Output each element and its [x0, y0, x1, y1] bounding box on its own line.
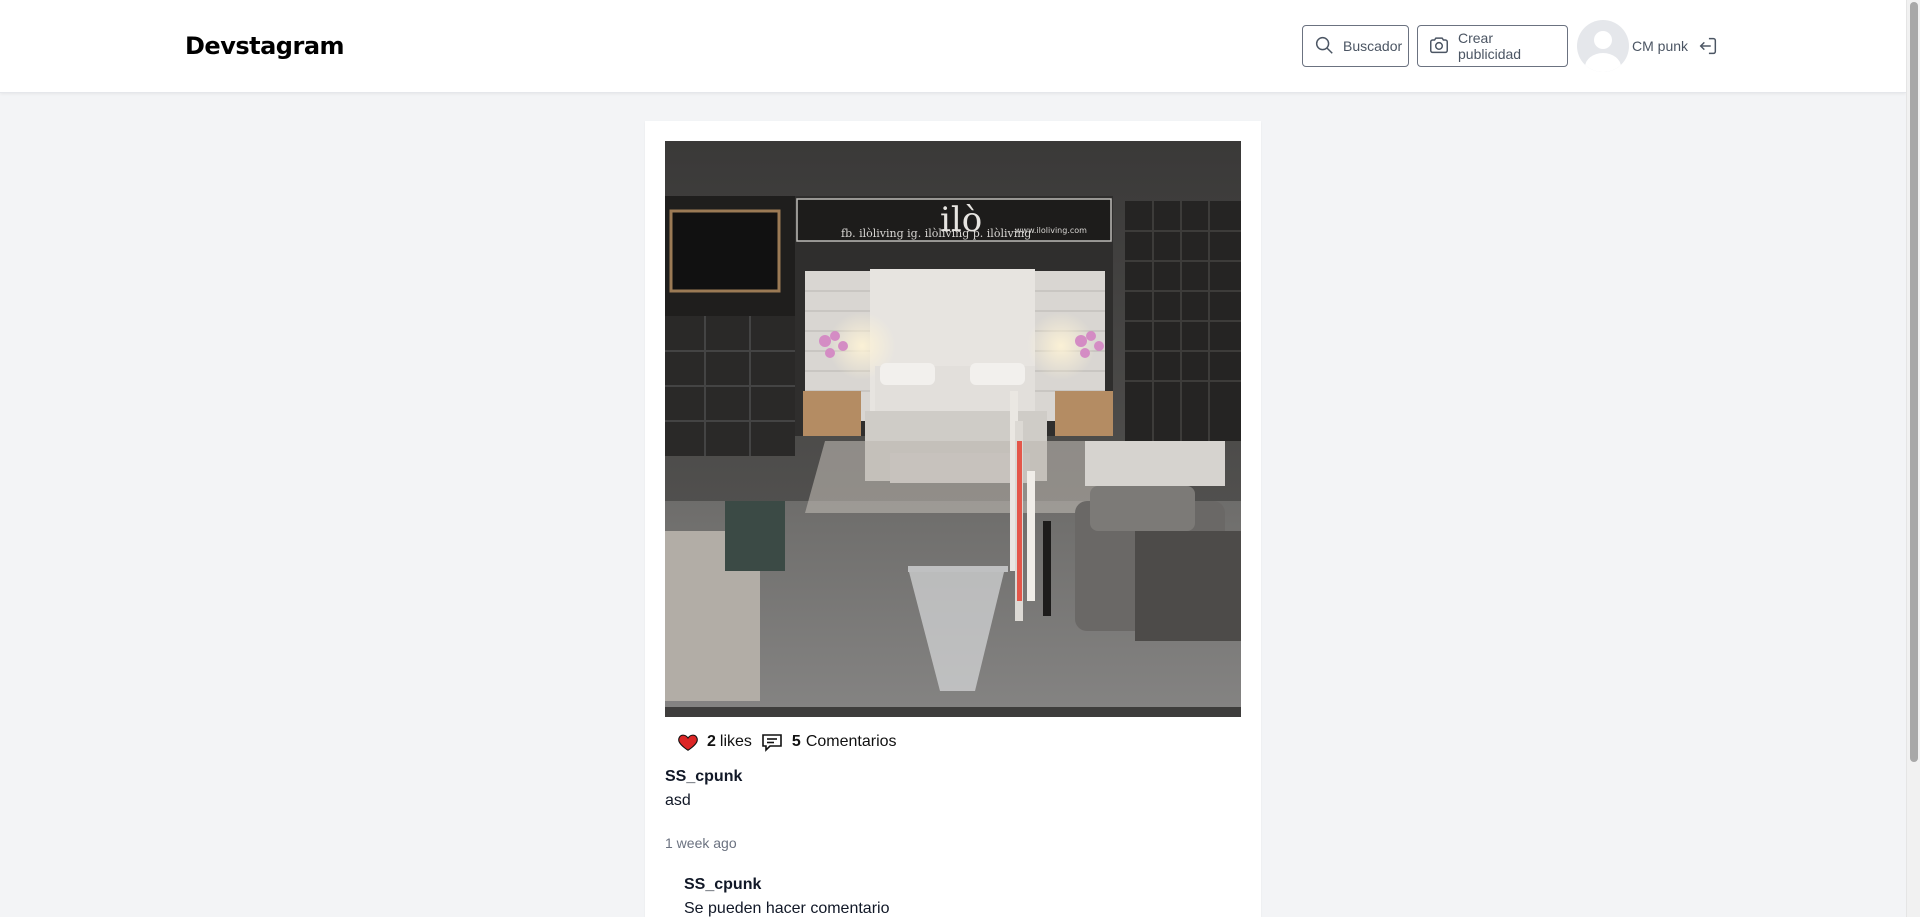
- comments-count: 5: [791, 733, 801, 750]
- search-icon: [1313, 34, 1335, 59]
- likes-count: 2: [707, 733, 716, 750]
- comment-text: Se pueden hacer comentario: [684, 900, 890, 917]
- post-timestamp: 1 week ago: [665, 835, 737, 851]
- post-actions: 2 likes 5 Comentarios: [677, 730, 897, 754]
- heart-icon[interactable]: [677, 731, 699, 753]
- create-post-button[interactable]: Crear publicidad: [1417, 25, 1568, 67]
- search-button[interactable]: Buscador: [1302, 25, 1409, 67]
- post-image: fb. ilòliving ig. ilòliving p. ilòliving…: [665, 141, 1241, 717]
- likes-label: likes: [719, 733, 752, 750]
- camera-icon: [1428, 34, 1450, 59]
- logout-icon: [1697, 37, 1719, 61]
- svg-text:fb. ilòliving ig. ilòliving: fb. ilòliving ig. ilòliving p. ilòliving: [841, 227, 1031, 240]
- create-post-label: Crear publicidad: [1458, 30, 1522, 62]
- brand-logo-text: ilò: [940, 200, 982, 240]
- search-button-label: Buscador: [1343, 38, 1403, 54]
- app-logo[interactable]: Devstagram: [185, 32, 345, 60]
- post-author[interactable]: SS_cpunk: [665, 768, 742, 786]
- username-link[interactable]: CM punk: [1632, 38, 1688, 54]
- scrollbar-thumb[interactable]: [1910, 2, 1918, 762]
- top-navbar: Devstagram Buscador Crear publicidad CM …: [0, 0, 1906, 93]
- comment-icon[interactable]: [760, 730, 784, 754]
- avatar[interactable]: [1577, 20, 1629, 72]
- post-image-illustration: fb. ilòliving ig. ilòliving p. ilòliving…: [665, 141, 1241, 717]
- page-scrollbar[interactable]: [1906, 0, 1920, 917]
- logout-button[interactable]: [1697, 35, 1719, 57]
- post-card: fb. ilòliving ig. ilòliving p. ilòliving…: [645, 121, 1261, 917]
- comments-label[interactable]: Comentarios: [806, 733, 897, 751]
- comment-author[interactable]: SS_cpunk: [684, 876, 761, 894]
- svg-text:www.iloliving.com: www.iloliving.com: [1015, 226, 1087, 235]
- post-description: asd: [665, 792, 691, 809]
